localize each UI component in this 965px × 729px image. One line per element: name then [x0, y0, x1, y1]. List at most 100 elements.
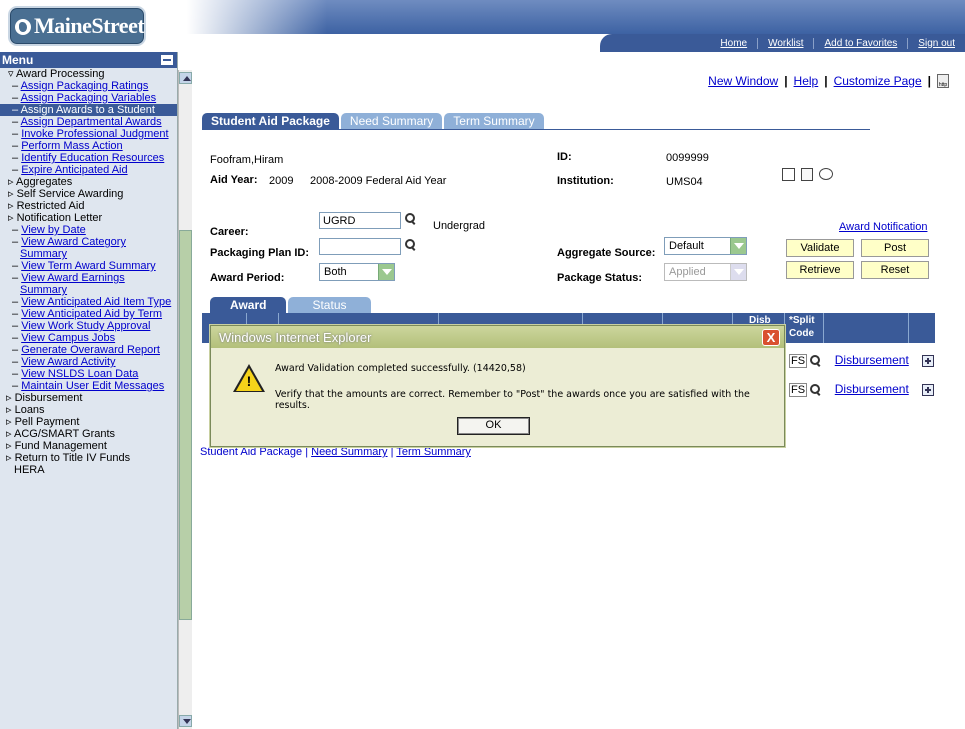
bottom-link-need-summary[interactable]: Need Summary — [311, 446, 387, 458]
scrollbar-thumb[interactable] — [179, 230, 192, 620]
menu-item-view-award-activity[interactable]: – View Award Activity — [0, 356, 177, 368]
menu-section-disbursement[interactable]: ▹ Disbursement — [0, 392, 177, 404]
left-menu: Menu ▿ Award Processing – Assign Packagi… — [0, 52, 178, 729]
menu-item-view-anticipated-aid-item-type[interactable]: – View Anticipated Aid Item Type — [0, 296, 177, 308]
award-grid-tabs: Award Status — [210, 297, 373, 313]
col-code: Code — [789, 328, 814, 339]
award-period-label: Award Period: — [210, 272, 285, 284]
menu-item-view-award-category-summary[interactable]: – View Award Category Summary — [0, 236, 177, 260]
menu-item-view-work-study-approval[interactable]: – View Work Study Approval — [0, 320, 177, 332]
split-lookup-icon[interactable] — [810, 354, 821, 367]
bottom-link-student-aid-package[interactable]: Student Aid Package — [200, 446, 302, 458]
award-notification-link[interactable]: Award Notification — [839, 221, 927, 233]
tab-need-summary[interactable]: Need Summary — [340, 113, 443, 129]
career-lookup-icon[interactable] — [405, 213, 416, 225]
menu-section-pell-payment[interactable]: ▹ Pell Payment — [0, 416, 177, 428]
top-nav: Home Worklist Add to Favorites Sign out — [600, 34, 965, 52]
bottom-links: Student Aid Package | Need Summary | Ter… — [200, 446, 471, 458]
disbursement-link[interactable]: Disbursement — [835, 382, 909, 396]
nav-add-to-favorites[interactable]: Add to Favorites — [813, 37, 907, 49]
nav-worklist[interactable]: Worklist — [757, 37, 813, 49]
menu-item-view-award-earnings-summary[interactable]: – View Award Earnings Summary — [0, 272, 177, 296]
retrieve-button[interactable]: Retrieve — [786, 261, 854, 279]
split-code-field[interactable]: FS — [789, 383, 808, 397]
packaging-plan-label: Packaging Plan ID: — [210, 247, 310, 259]
scroll-down-icon[interactable] — [179, 715, 192, 727]
split-code-field[interactable]: FS — [789, 354, 808, 368]
nav-home[interactable]: Home — [710, 38, 757, 49]
add-row-icon[interactable] — [922, 354, 935, 367]
alert-dialog: Windows Internet Explorer X ! Award Vali… — [210, 325, 785, 447]
tab-status[interactable]: Status — [288, 297, 371, 313]
award-period-select[interactable]: Both — [319, 263, 395, 281]
student-id: 0099999 — [666, 152, 709, 164]
menu-item-generate-overaward-report[interactable]: – Generate Overaward Report — [0, 344, 177, 356]
menu-item-invoke-professional-judgment[interactable]: – Invoke Professional Judgment — [0, 128, 177, 140]
tab-term-summary[interactable]: Term Summary — [444, 113, 544, 129]
collapse-icon[interactable] — [161, 55, 173, 65]
aggregate-source-select[interactable]: Default — [664, 237, 747, 255]
add-row-icon[interactable] — [922, 383, 935, 396]
menu-item-view-by-date[interactable]: – View by Date — [0, 224, 177, 236]
package-status-select: Applied — [664, 263, 747, 281]
menu-item-expire-anticipated-aid[interactable]: – Expire Anticipated Aid — [0, 164, 177, 176]
menu-item-identify-education-resources[interactable]: – Identify Education Resources — [0, 152, 177, 164]
nav-sign-out[interactable]: Sign out — [907, 37, 965, 49]
aid-year: 2009 — [269, 175, 294, 187]
menu-section-fund-management[interactable]: ▹ Fund Management — [0, 440, 177, 452]
career-field[interactable]: UGRD — [319, 212, 401, 229]
menu-item-maintain-user-edit-messages[interactable]: – Maintain User Edit Messages — [0, 380, 177, 392]
bottom-link-term-summary[interactable]: Term Summary — [396, 446, 471, 458]
post-button[interactable]: Post — [861, 239, 929, 257]
menu-item-view-anticipated-aid-by-term[interactable]: – View Anticipated Aid by Term — [0, 308, 177, 320]
header: MaineStreet Home Worklist Add to Favorit… — [0, 0, 965, 52]
chevron-down-icon — [730, 238, 746, 254]
student-name: Foofram,Hiram — [210, 154, 284, 166]
ok-button[interactable]: OK — [457, 417, 530, 435]
menu-section-hera[interactable]: HERA — [0, 464, 177, 476]
help-link[interactable]: Help — [794, 74, 819, 88]
mainestreet-logo[interactable]: MaineStreet — [8, 6, 146, 46]
menu-section-award-processing[interactable]: ▿ Award Processing — [0, 68, 177, 80]
menu-item-view-term-award-summary[interactable]: – View Term Award Summary — [0, 260, 177, 272]
menu-section-acg-smart-grants[interactable]: ▹ ACG/SMART Grants — [0, 428, 177, 440]
new-window-link[interactable]: New Window — [708, 74, 778, 88]
header-band — [187, 0, 965, 34]
dialog-message-1: Award Validation completed successfully.… — [275, 363, 526, 374]
menu-section-aggregates[interactable]: ▹ Aggregates — [0, 176, 177, 188]
table-row: FS Disbursement — [789, 353, 935, 368]
student-search-icon[interactable] — [782, 168, 795, 181]
disbursement-link[interactable]: Disbursement — [835, 353, 909, 367]
menu-section-return-to-title-iv[interactable]: ▹ Return to Title IV Funds — [0, 452, 177, 464]
aid-year-label: Aid Year: — [210, 174, 258, 186]
warning-icon-mark: ! — [246, 373, 252, 389]
reset-button[interactable]: Reset — [861, 261, 929, 279]
menu-section-self-service-awarding[interactable]: ▹ Self Service Awarding — [0, 188, 177, 200]
tab-student-aid-package[interactable]: Student Aid Package — [202, 113, 339, 129]
menu-item-assign-packaging-ratings[interactable]: – Assign Packaging Ratings — [0, 80, 177, 92]
tab-award[interactable]: Award — [210, 297, 287, 313]
http-icon[interactable]: http — [937, 74, 949, 88]
menu-scrollbar[interactable] — [178, 70, 192, 729]
customize-page-link[interactable]: Customize Page — [834, 74, 922, 88]
menu-item-assign-packaging-variables[interactable]: – Assign Packaging Variables — [0, 92, 177, 104]
menu-item-view-nslds-loan-data[interactable]: – View NSLDS Loan Data — [0, 368, 177, 380]
menu-item-assign-awards-to-student[interactable]: – Assign Awards to a Student — [0, 104, 177, 116]
career-label: Career: — [210, 226, 249, 238]
menu-section-loans[interactable]: ▹ Loans — [0, 404, 177, 416]
table-row: FS Disbursement — [789, 382, 935, 397]
packaging-plan-field[interactable] — [319, 238, 401, 255]
split-lookup-icon[interactable] — [810, 383, 821, 396]
menu-section-notification-letter[interactable]: ▹ Notification Letter — [0, 212, 177, 224]
plan-lookup-icon[interactable] — [405, 239, 416, 251]
notes-icon[interactable] — [801, 168, 813, 181]
validate-button[interactable]: Validate — [786, 239, 854, 257]
dialog-message-2: Verify that the amounts are correct. Rem… — [275, 389, 750, 411]
menu-item-assign-departmental-awards[interactable]: – Assign Departmental Awards — [0, 116, 177, 128]
close-icon[interactable]: X — [762, 329, 780, 346]
menu-item-view-campus-jobs[interactable]: – View Campus Jobs — [0, 332, 177, 344]
comments-icon[interactable] — [819, 168, 833, 180]
menu-section-restricted-aid[interactable]: ▹ Restricted Aid — [0, 200, 177, 212]
scroll-up-icon[interactable] — [179, 72, 192, 84]
menu-item-perform-mass-action[interactable]: – Perform Mass Action — [0, 140, 177, 152]
